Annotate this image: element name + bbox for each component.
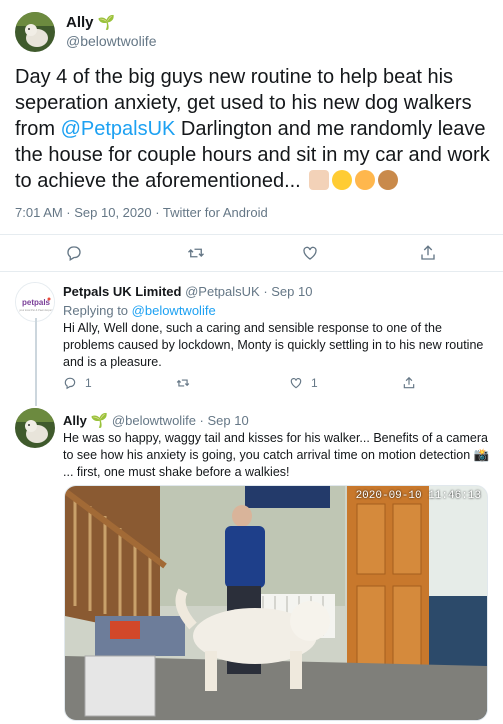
svg-text:your local Pet & Pawn Expert: your local Pet & Pawn Expert [19, 308, 53, 312]
reply-tweet: petpals your local Pet & Pawn Expert Pet… [0, 272, 503, 404]
action-bar: 1 1 [63, 376, 493, 396]
reply-count: 1 [85, 376, 92, 390]
avatar[interactable] [15, 12, 55, 52]
camera-still-image [65, 486, 487, 720]
petpals-logo: petpals your local Pet & Pawn Expert [16, 283, 54, 321]
reply-button[interactable]: 1 [63, 376, 92, 390]
display-name[interactable]: Petpals UK Limited [63, 284, 181, 299]
tweet-text: Day 4 of the big guys new routine to hel… [15, 66, 490, 192]
attached-photo[interactable]: 2020-09-10 11:46:13 [64, 485, 488, 721]
handle-time[interactable]: @PetpalsUK · Sep 10 [185, 284, 312, 299]
sprout-icon: 🌱 [97, 14, 115, 30]
avatar[interactable] [15, 408, 55, 448]
share-icon [403, 376, 415, 389]
retweet-icon [176, 379, 190, 387]
mention-link[interactable]: @belowtwolife [132, 303, 216, 318]
avatar[interactable]: petpals your local Pet & Pawn Expert [15, 282, 55, 322]
like-button[interactable]: 1 [289, 376, 318, 390]
reply-text: Hi Ally, Well done, such a caring and se… [63, 321, 484, 369]
reply-icon [64, 377, 76, 390]
thread-line [35, 318, 37, 406]
svg-text:petpals: petpals [22, 298, 51, 307]
retweet-icon[interactable] [186, 243, 206, 263]
action-bar [0, 234, 503, 270]
like-count: 1 [311, 376, 318, 390]
emoji-row [306, 170, 399, 192]
smiling-hearts-emoji-icon [355, 170, 376, 190]
reply-header: Petpals UK Limited @PetpalsUK · Sep 10 [63, 284, 312, 299]
share-button[interactable] [402, 376, 416, 390]
dog-face-emoji-icon [378, 170, 399, 190]
retweet-button[interactable] [175, 376, 191, 390]
mention-link[interactable]: @PetpalsUK [61, 118, 176, 140]
grinning-sweat-emoji-icon [332, 170, 353, 190]
camera-timestamp: 2020-09-10 11:46:13 [355, 490, 481, 502]
tweet-meta[interactable]: 7:01 AM · Sep 10, 2020 · Twitter for And… [15, 205, 268, 220]
reply-text: He was so happy, waggy tail and kisses f… [63, 431, 490, 479]
heart-icon[interactable] [300, 243, 320, 263]
share-icon[interactable] [418, 243, 438, 263]
display-name[interactable]: Ally [63, 413, 87, 428]
sprout-icon: 🌱 [90, 412, 109, 428]
replying-to: Replying to @belowtwolife [63, 303, 216, 318]
reply-header: Ally 🌱 @belowtwolife · Sep 10 [63, 412, 249, 429]
reply-icon[interactable] [64, 243, 84, 263]
heart-icon [290, 378, 302, 389]
user-handle[interactable]: @belowtwolife [66, 33, 156, 49]
handle-time[interactable]: @belowtwolife · Sep 10 [112, 413, 249, 428]
display-name[interactable]: Ally 🌱 [66, 14, 115, 31]
main-tweet: Ally 🌱 @belowtwolife Day 4 of the big guy… [0, 0, 503, 272]
woman-laptop-emoji-icon [309, 170, 330, 190]
